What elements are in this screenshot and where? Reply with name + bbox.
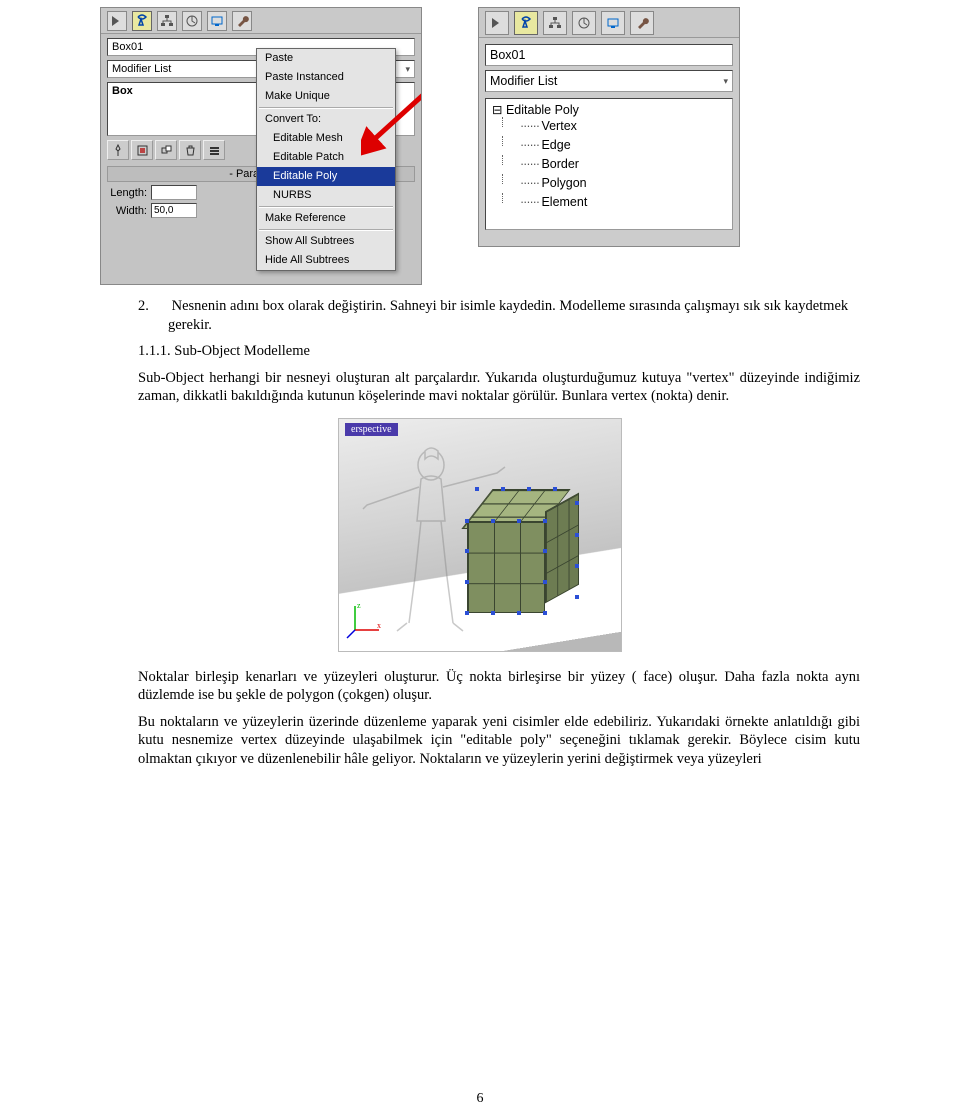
make-unique-icon[interactable] [155,140,177,160]
width-input[interactable] [151,203,197,218]
viewport-figure: erspective [338,418,622,652]
menu-make-reference[interactable]: Make Reference [257,209,395,228]
menu-nurbs[interactable]: NURBS [257,186,395,205]
list-text: Nesnenin adını box olarak değiştirin. Sa… [168,298,848,333]
page-number: 6 [0,1091,960,1107]
menu-editable-poly[interactable]: Editable Poly [257,167,395,186]
paragraph-noktalar: Noktalar birleşip kenarları ve yüzeyleri… [138,668,860,705]
menu-separator [259,206,393,208]
arrow-icon[interactable] [485,11,509,35]
menu-paste[interactable]: Paste [257,49,395,68]
length-input[interactable] [151,185,197,200]
paragraph-bu-noktalarin: Bu noktaların ve yüzeylerin üzerinde düz… [138,713,860,769]
modify-icon[interactable] [514,11,538,35]
stack-sub-polygon[interactable]: Polygon [492,174,726,193]
width-label: Width: [107,205,147,217]
list-number: 2. [138,297,168,316]
list-item-2: 2. Nesnenin adını box olarak değiştirin.… [102,297,860,334]
modifier-stack-right[interactable]: ⊟ Editable Poly Vertex Edge Border Polyg… [485,98,733,230]
show-end-result-icon[interactable] [131,140,153,160]
viewport-label: erspective [345,423,398,436]
cube-box [467,489,579,619]
stack-sub-border[interactable]: Border [492,155,726,174]
body-text-lower: Noktalar birleşip kenarları ve yüzeyleri… [102,668,860,769]
motion-icon[interactable] [572,11,596,35]
modify-icon[interactable] [132,11,152,31]
stack-sub-vertex[interactable]: Vertex [492,117,726,136]
menu-show-subtrees[interactable]: Show All Subtrees [257,232,395,251]
display-icon[interactable] [601,11,625,35]
svg-text:x: x [377,621,381,630]
command-tabs-right [479,8,739,38]
menu-hide-subtrees[interactable]: Hide All Subtrees [257,251,395,270]
display-icon[interactable] [207,11,227,31]
section-heading: 1.1.1. Sub-Object Modelleme [138,342,860,361]
wrench-icon[interactable] [232,11,252,31]
section-body: Sub-Object herhangi bir nesneyi oluştura… [138,369,860,406]
stack-editable-poly[interactable]: ⊟ Editable Poly [492,102,726,117]
wrench-icon[interactable] [630,11,654,35]
configure-icon[interactable] [203,140,225,160]
object-name-field-right[interactable]: Box01 [485,44,733,66]
modifier-panel-right: Box01 Modifier List ⊟ Editable Poly Vert… [478,7,740,247]
motion-icon[interactable] [182,11,202,31]
stack-sub-edge[interactable]: Edge [492,136,726,155]
command-tabs [101,8,421,34]
axis-gizmo-icon: z x [345,600,385,645]
modifier-list-dropdown-right[interactable]: Modifier List [485,70,733,92]
arrow-annotation [361,78,422,159]
remove-mod-icon[interactable] [179,140,201,160]
length-label: Length: [107,187,147,199]
menu-separator [259,229,393,231]
arrow-icon[interactable] [107,11,127,31]
pin-icon[interactable] [107,140,129,160]
svg-text:z: z [357,601,361,610]
hierarchy-icon[interactable] [543,11,567,35]
hierarchy-icon[interactable] [157,11,177,31]
modifier-panel-left: Box01 Modifier List Box Parameters Lengt… [100,7,422,285]
stack-sub-element[interactable]: Element [492,193,726,212]
body-text: 2. Nesnenin adını box olarak değiştirin.… [102,297,860,406]
